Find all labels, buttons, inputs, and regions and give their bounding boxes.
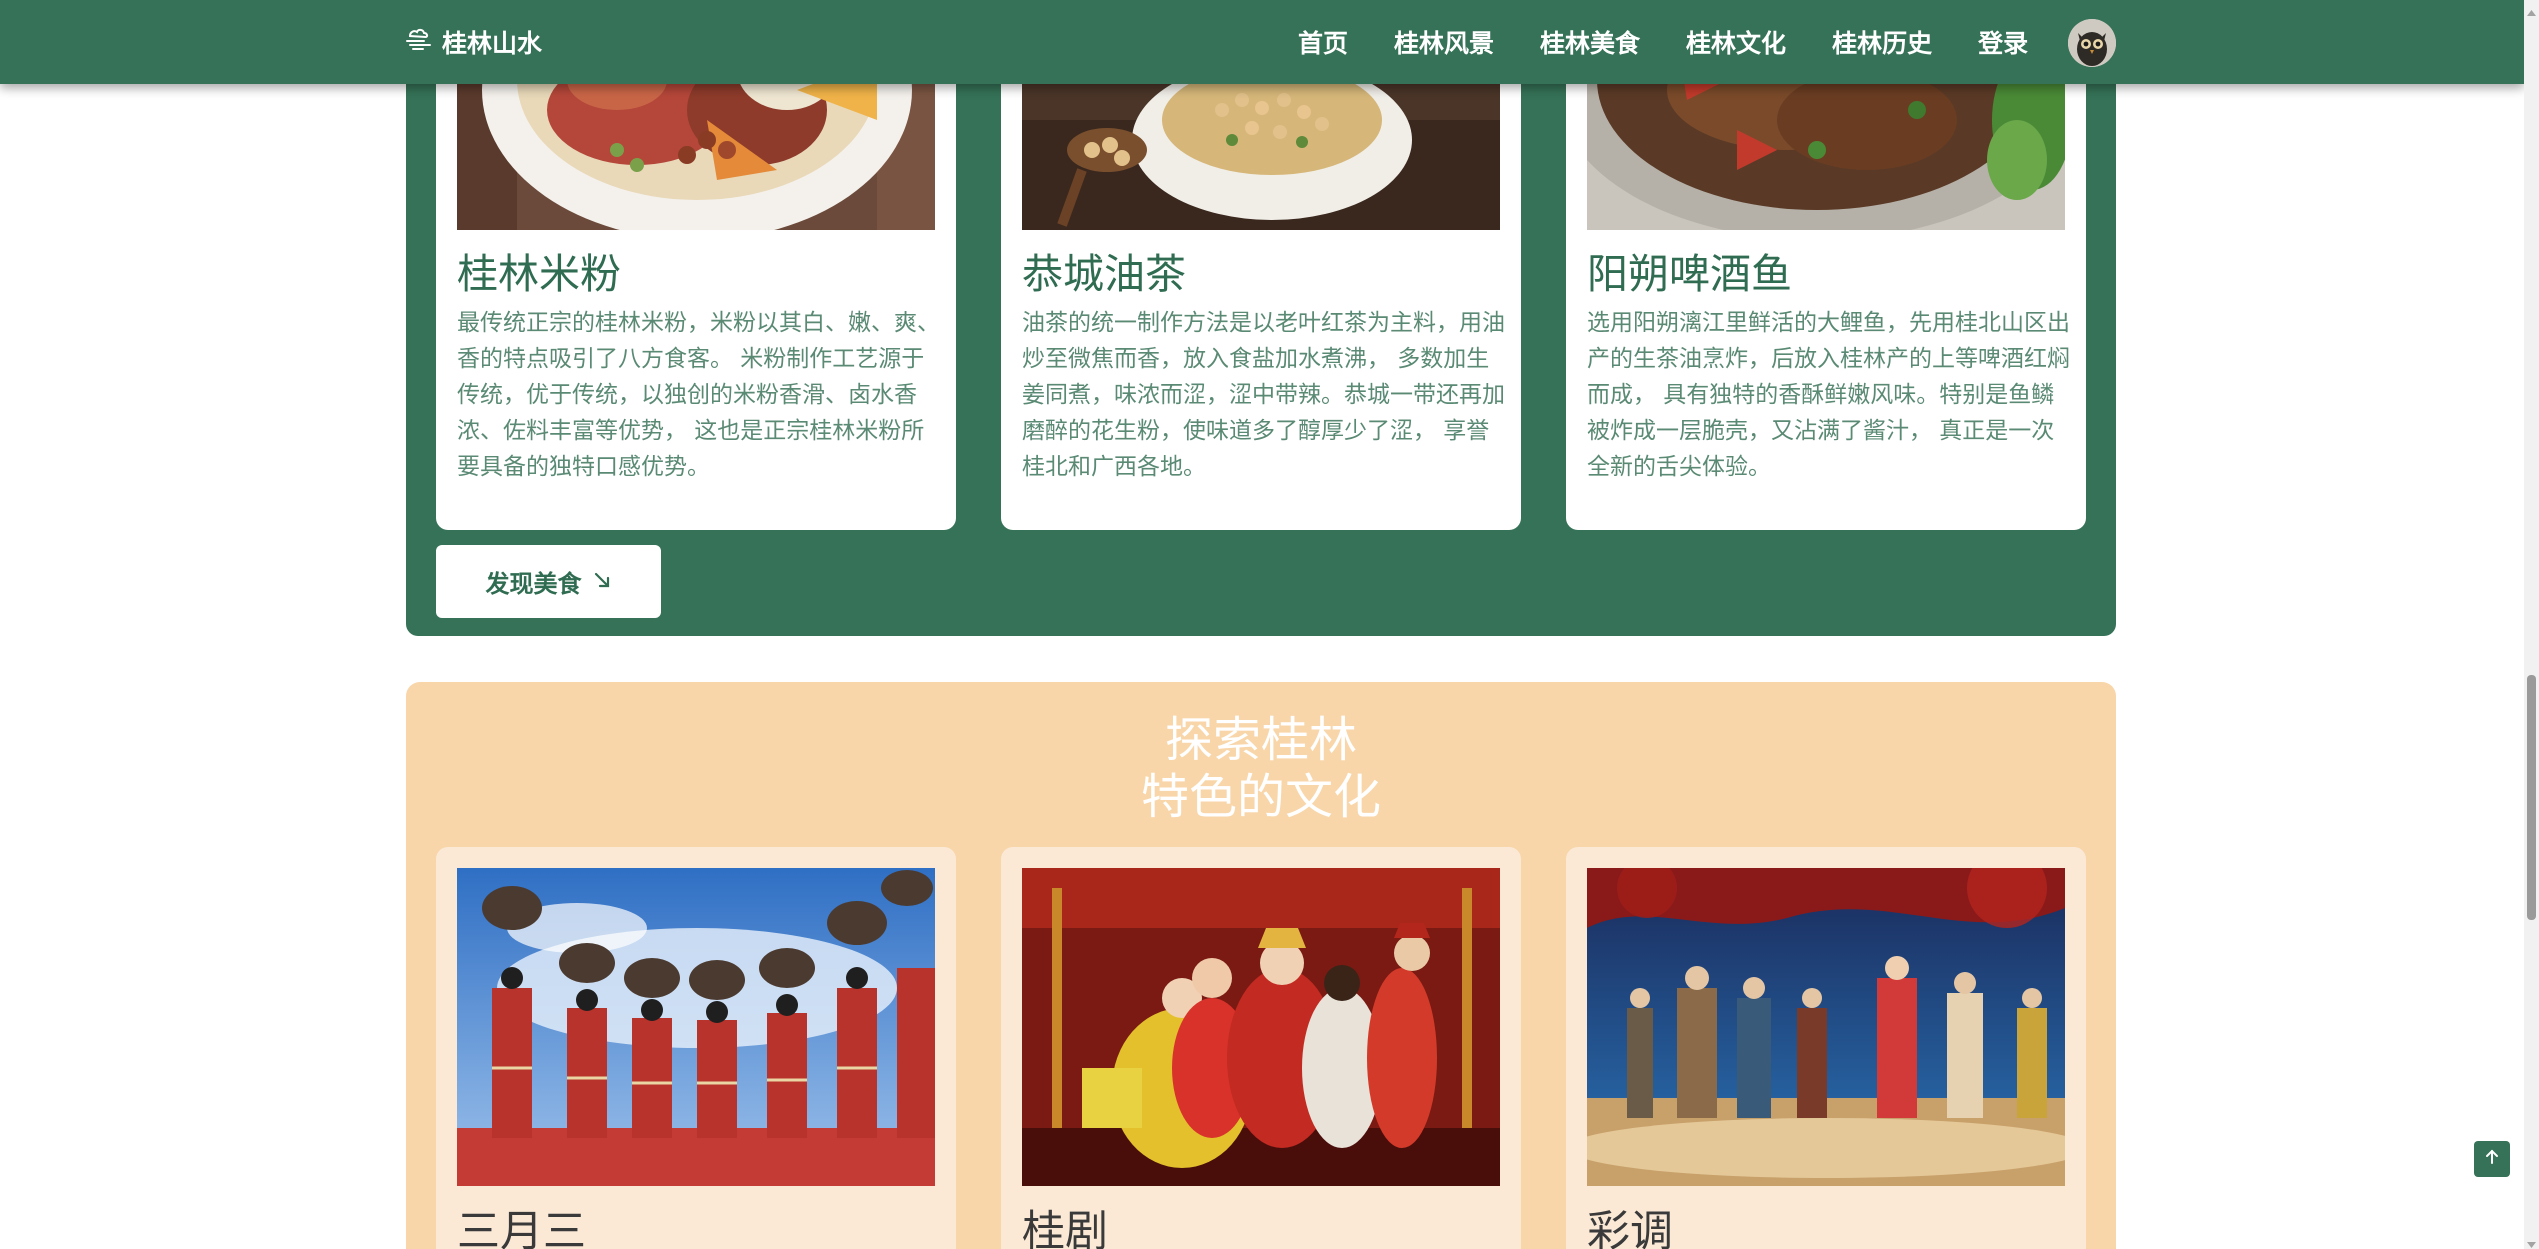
food-section: 桂林米粉 最传统正宗的桂林米粉，米粉以其白、嫩、爽、香的特点吸引了八方食客。 米… xyxy=(406,0,2116,636)
nav-link-login[interactable]: 登录 xyxy=(1978,24,2028,60)
sanyuesan-image xyxy=(457,868,935,1186)
culture-card-sanyuesan[interactable]: 三月三 xyxy=(436,847,956,1249)
scrollbar-thumb[interactable] xyxy=(2527,675,2536,920)
back-to-top-button[interactable] xyxy=(2474,1141,2510,1177)
discover-food-button[interactable]: 发现美食 xyxy=(436,545,661,618)
culture-card-guiju[interactable]: 桂剧 xyxy=(1001,847,1521,1249)
brand-name: 桂林山水 xyxy=(442,29,543,58)
nav-link-history[interactable]: 桂林历史 xyxy=(1832,24,1932,60)
food-description: 油茶的统一制作方法是以老叶红茶为主料，用油炒至微焦而香，放入食盐加水煮沸， 多数… xyxy=(1022,310,1505,480)
nav-menu: 首页 桂林风景 桂林美食 桂林文化 桂林历史 登录 xyxy=(1298,0,2074,84)
culture-section: 探索桂林 特色的文化 三月三 桂剧 彩调 xyxy=(406,682,2116,1249)
culture-heading-line1: 探索桂林 xyxy=(1164,712,1357,768)
food-description: 选用阳朔漓江里鲜活的大鲤鱼，先用桂北山区出产的生茶油烹炸，后放入桂林产的上等啤酒… xyxy=(1587,310,2070,480)
nav-link-home[interactable]: 首页 xyxy=(1298,24,1348,60)
nav-link-scenery[interactable]: 桂林风景 xyxy=(1394,24,1494,60)
nav-link-food[interactable]: 桂林美食 xyxy=(1540,24,1640,60)
page-scrollbar[interactable] xyxy=(2524,0,2539,1249)
food-description: 最传统正宗的桂林米粉，米粉以其白、嫩、爽、香的特点吸引了八方食客。 米粉制作工艺… xyxy=(457,310,940,480)
brand-logo[interactable]: 桂林山水 xyxy=(404,0,542,84)
food-title: 阳朔啤酒鱼 xyxy=(1587,250,1792,298)
discover-food-label: 发现美食 xyxy=(485,570,582,598)
nav-link-culture[interactable]: 桂林文化 xyxy=(1686,24,1786,60)
mountain-cloud-icon xyxy=(404,24,434,60)
culture-heading: 探索桂林 特色的文化 xyxy=(406,712,2116,826)
food-title: 桂林米粉 xyxy=(457,250,621,298)
scroll-down-arrow-icon[interactable] xyxy=(2526,1235,2537,1248)
scroll-up-arrow-icon[interactable] xyxy=(2526,3,2537,16)
culture-card-caidiao[interactable]: 彩调 xyxy=(1566,847,2086,1249)
arrow-down-right-icon xyxy=(592,568,612,596)
food-title: 恭城油茶 xyxy=(1022,250,1186,298)
culture-card-title: 彩调 xyxy=(1587,1207,1673,1249)
guiju-image xyxy=(1022,868,1500,1186)
culture-card-title: 三月三 xyxy=(457,1207,586,1249)
arrow-up-icon xyxy=(2483,1148,2501,1170)
user-avatar[interactable] xyxy=(2068,19,2116,67)
caidiao-image xyxy=(1587,868,2065,1186)
top-navbar: 桂林山水 首页 桂林风景 桂林美食 桂林文化 桂林历史 登录 xyxy=(0,0,2524,84)
culture-heading-line2: 特色的文化 xyxy=(1140,769,1381,825)
culture-card-title: 桂剧 xyxy=(1022,1207,1108,1249)
